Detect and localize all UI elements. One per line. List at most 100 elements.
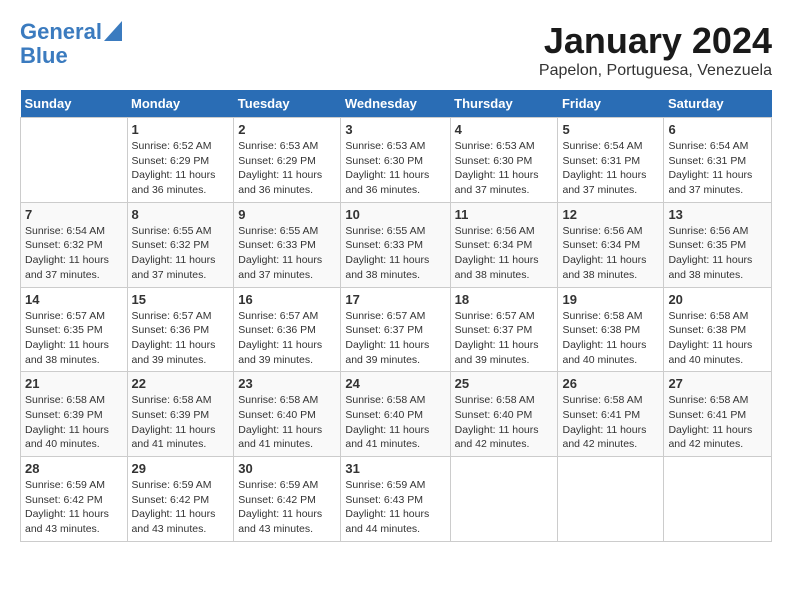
day-cell: 22 Sunrise: 6:58 AMSunset: 6:39 PMDayligh…	[127, 372, 234, 457]
day-number: 22	[132, 376, 230, 391]
day-info: Sunrise: 6:58 AMSunset: 6:41 PMDaylight:…	[562, 393, 659, 452]
day-cell: 27 Sunrise: 6:58 AMSunset: 6:41 PMDayligh…	[664, 372, 772, 457]
day-number: 14	[25, 292, 123, 307]
day-number: 27	[668, 376, 767, 391]
day-info: Sunrise: 6:55 AMSunset: 6:33 PMDaylight:…	[345, 224, 445, 283]
day-info: Sunrise: 6:57 AMSunset: 6:36 PMDaylight:…	[132, 309, 230, 368]
day-info: Sunrise: 6:58 AMSunset: 6:41 PMDaylight:…	[668, 393, 767, 452]
day-info: Sunrise: 6:59 AMSunset: 6:43 PMDaylight:…	[345, 478, 445, 537]
day-cell: 5 Sunrise: 6:54 AMSunset: 6:31 PMDaylight…	[558, 118, 664, 203]
day-cell: 23Sunrise: 6:58 AMSunset: 6:40 PMDayligh…	[234, 372, 341, 457]
day-info: Sunrise: 6:54 AMSunset: 6:32 PMDaylight:…	[25, 224, 123, 283]
day-info: Sunrise: 6:58 AMSunset: 6:40 PMDaylight:…	[455, 393, 554, 452]
day-info: Sunrise: 6:59 AMSunset: 6:42 PMDaylight:…	[132, 478, 230, 537]
day-cell: 18 Sunrise: 6:57 AMSunset: 6:37 PMDayligh…	[450, 287, 558, 372]
day-number: 1	[132, 122, 230, 137]
logo-arrow-icon	[104, 21, 122, 41]
day-info: Sunrise: 6:57 AMSunset: 6:36 PMDaylight:…	[238, 309, 336, 368]
day-number: 10	[345, 207, 445, 222]
logo-text-line1: General	[20, 20, 102, 44]
day-number: 25	[455, 376, 554, 391]
day-number: 30	[238, 461, 336, 476]
subtitle: Papelon, Portuguesa, Venezuela	[539, 62, 772, 80]
day-info: Sunrise: 6:59 AMSunset: 6:42 PMDaylight:…	[238, 478, 336, 537]
day-number: 12	[562, 207, 659, 222]
day-number: 9	[238, 207, 336, 222]
day-number: 21	[25, 376, 123, 391]
day-number: 8	[132, 207, 230, 222]
day-cell: 14 Sunrise: 6:57 AMSunset: 6:35 PMDayligh…	[21, 287, 128, 372]
day-info: Sunrise: 6:52 AMSunset: 6:29 PMDaylight:…	[132, 139, 230, 198]
day-number: 3	[345, 122, 445, 137]
day-number: 6	[668, 122, 767, 137]
day-number: 28	[25, 461, 123, 476]
week-row-5: 28 Sunrise: 6:59 AMSunset: 6:42 PMDayligh…	[21, 457, 772, 542]
day-number: 24	[345, 376, 445, 391]
day-cell: 13 Sunrise: 6:56 AMSunset: 6:35 PMDayligh…	[664, 202, 772, 287]
day-cell: 25 Sunrise: 6:58 AMSunset: 6:40 PMDayligh…	[450, 372, 558, 457]
week-row-2: 7Sunrise: 6:54 AMSunset: 6:32 PMDaylight…	[21, 202, 772, 287]
day-cell: 29 Sunrise: 6:59 AMSunset: 6:42 PMDayligh…	[127, 457, 234, 542]
week-row-1: 1 Sunrise: 6:52 AMSunset: 6:29 PMDaylight…	[21, 118, 772, 203]
day-cell: 24 Sunrise: 6:58 AMSunset: 6:40 PMDayligh…	[341, 372, 450, 457]
day-cell: 6 Sunrise: 6:54 AMSunset: 6:31 PMDaylight…	[664, 118, 772, 203]
day-info: Sunrise: 6:56 AMSunset: 6:34 PMDaylight:…	[562, 224, 659, 283]
day-cell	[450, 457, 558, 542]
calendar-header-row: SundayMondayTuesdayWednesdayThursdayFrid…	[21, 90, 772, 118]
day-cell: 9 Sunrise: 6:55 AMSunset: 6:33 PMDaylight…	[234, 202, 341, 287]
day-number: 13	[668, 207, 767, 222]
header-friday: Friday	[558, 90, 664, 118]
day-number: 18	[455, 292, 554, 307]
day-cell: 19 Sunrise: 6:58 AMSunset: 6:38 PMDayligh…	[558, 287, 664, 372]
day-info: Sunrise: 6:58 AMSunset: 6:38 PMDaylight:…	[562, 309, 659, 368]
day-number: 5	[562, 122, 659, 137]
day-cell	[558, 457, 664, 542]
day-info: Sunrise: 6:56 AMSunset: 6:35 PMDaylight:…	[668, 224, 767, 283]
week-row-4: 21 Sunrise: 6:58 AMSunset: 6:39 PMDayligh…	[21, 372, 772, 457]
day-info: Sunrise: 6:53 AMSunset: 6:30 PMDaylight:…	[345, 139, 445, 198]
day-info: Sunrise: 6:57 AMSunset: 6:37 PMDaylight:…	[455, 309, 554, 368]
day-cell: 7Sunrise: 6:54 AMSunset: 6:32 PMDaylight…	[21, 202, 128, 287]
day-cell: 26 Sunrise: 6:58 AMSunset: 6:41 PMDayligh…	[558, 372, 664, 457]
day-info: Sunrise: 6:57 AMSunset: 6:35 PMDaylight:…	[25, 309, 123, 368]
day-number: 29	[132, 461, 230, 476]
day-cell	[21, 118, 128, 203]
header-thursday: Thursday	[450, 90, 558, 118]
day-info: Sunrise: 6:58 AMSunset: 6:38 PMDaylight:…	[668, 309, 767, 368]
day-cell: 15 Sunrise: 6:57 AMSunset: 6:36 PMDayligh…	[127, 287, 234, 372]
week-row-3: 14 Sunrise: 6:57 AMSunset: 6:35 PMDayligh…	[21, 287, 772, 372]
day-cell	[664, 457, 772, 542]
day-number: 17	[345, 292, 445, 307]
day-number: 15	[132, 292, 230, 307]
day-number: 16	[238, 292, 336, 307]
day-cell: 10 Sunrise: 6:55 AMSunset: 6:33 PMDayligh…	[341, 202, 450, 287]
day-cell: 20 Sunrise: 6:58 AMSunset: 6:38 PMDayligh…	[664, 287, 772, 372]
day-info: Sunrise: 6:53 AMSunset: 6:29 PMDaylight:…	[238, 139, 336, 198]
day-info: Sunrise: 6:56 AMSunset: 6:34 PMDaylight:…	[455, 224, 554, 283]
logo: General Blue	[20, 20, 122, 68]
header-saturday: Saturday	[664, 90, 772, 118]
day-info: Sunrise: 6:55 AMSunset: 6:33 PMDaylight:…	[238, 224, 336, 283]
day-number: 19	[562, 292, 659, 307]
logo-text-line2: Blue	[20, 44, 122, 68]
day-info: Sunrise: 6:58 AMSunset: 6:39 PMDaylight:…	[25, 393, 123, 452]
day-info: Sunrise: 6:58 AMSunset: 6:40 PMDaylight:…	[238, 393, 336, 452]
day-info: Sunrise: 6:54 AMSunset: 6:31 PMDaylight:…	[668, 139, 767, 198]
calendar-table: SundayMondayTuesdayWednesdayThursdayFrid…	[20, 90, 772, 542]
title-block: January 2024 Papelon, Portuguesa, Venezu…	[539, 20, 772, 80]
day-number: 20	[668, 292, 767, 307]
day-cell: 12 Sunrise: 6:56 AMSunset: 6:34 PMDayligh…	[558, 202, 664, 287]
day-info: Sunrise: 6:54 AMSunset: 6:31 PMDaylight:…	[562, 139, 659, 198]
day-cell: 17Sunrise: 6:57 AMSunset: 6:37 PMDayligh…	[341, 287, 450, 372]
day-cell: 2Sunrise: 6:53 AMSunset: 6:29 PMDaylight…	[234, 118, 341, 203]
day-cell: 16 Sunrise: 6:57 AMSunset: 6:36 PMDayligh…	[234, 287, 341, 372]
day-cell: 3 Sunrise: 6:53 AMSunset: 6:30 PMDaylight…	[341, 118, 450, 203]
day-number: 11	[455, 207, 554, 222]
day-cell: 11 Sunrise: 6:56 AMSunset: 6:34 PMDayligh…	[450, 202, 558, 287]
day-cell: 4Sunrise: 6:53 AMSunset: 6:30 PMDaylight…	[450, 118, 558, 203]
day-number: 26	[562, 376, 659, 391]
day-info: Sunrise: 6:58 AMSunset: 6:39 PMDaylight:…	[132, 393, 230, 452]
header-wednesday: Wednesday	[341, 90, 450, 118]
day-number: 4	[455, 122, 554, 137]
day-info: Sunrise: 6:58 AMSunset: 6:40 PMDaylight:…	[345, 393, 445, 452]
